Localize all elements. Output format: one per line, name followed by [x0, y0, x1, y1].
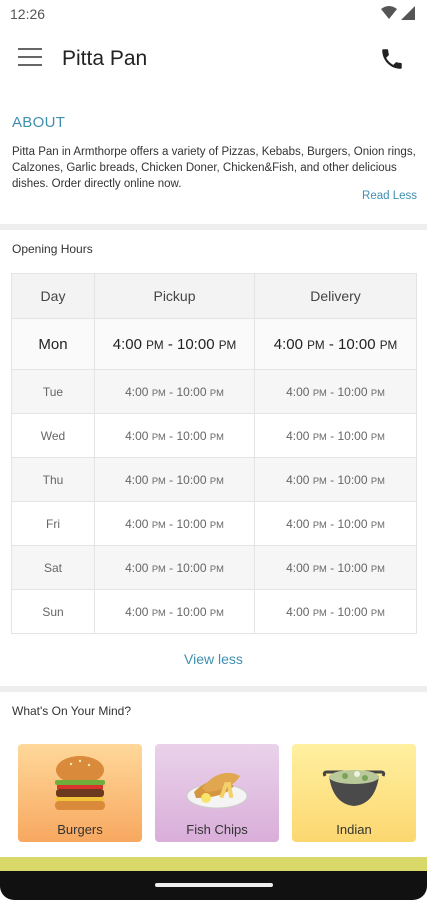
category-label: Indian [336, 822, 372, 837]
delivery-cell: 4:00 PM - 10:00 PM [254, 318, 417, 370]
header-delivery: Delivery [254, 273, 417, 319]
menu-icon[interactable] [18, 48, 42, 68]
header-pickup: Pickup [94, 273, 255, 319]
table-header-row: Day Pickup Delivery [11, 273, 417, 319]
category-card-fish-chips[interactable]: Fish Chips [155, 744, 279, 842]
category-card-burgers[interactable]: Burgers [18, 744, 142, 842]
home-handle[interactable] [155, 883, 273, 887]
delivery-cell: 4:00 PM - 10:00 PM [254, 501, 417, 546]
status-icons [381, 6, 415, 20]
status-time: 12:26 [10, 6, 46, 22]
fish-chips-icon [186, 772, 248, 809]
about-text: Pitta Pan in Armthorpe offers a variety … [12, 146, 416, 190]
view-less-link[interactable]: View less [0, 651, 427, 667]
pickup-cell: 4:00 PM - 10:00 PM [94, 369, 255, 414]
table-row: Sat 4:00 PM - 10:00 PM 4:00 PM - 10:00 PM [11, 545, 417, 590]
phone-icon[interactable] [379, 46, 405, 72]
delivery-cell: 4:00 PM - 10:00 PM [254, 589, 417, 634]
table-row: Fri 4:00 PM - 10:00 PM 4:00 PM - 10:00 PM [11, 501, 417, 546]
day-cell: Fri [11, 501, 95, 546]
day-cell: Sat [11, 545, 95, 590]
about-heading: ABOUT [12, 114, 66, 131]
app-title: Pitta Pan [62, 47, 148, 70]
system-nav-bar [0, 871, 427, 900]
day-cell: Sun [11, 589, 95, 634]
app-bar: Pitta Pan [0, 28, 427, 90]
delivery-cell: 4:00 PM - 10:00 PM [254, 413, 417, 458]
delivery-cell: 4:00 PM - 10:00 PM [254, 457, 417, 502]
day-cell: Wed [11, 413, 95, 458]
status-bar: 12:26 [0, 0, 427, 28]
read-less-link[interactable]: Read Less [362, 190, 417, 202]
signal-icon [401, 6, 415, 20]
day-cell: Tue [11, 369, 95, 414]
category-label: Burgers [57, 822, 103, 837]
category-label: Fish Chips [186, 822, 248, 837]
delivery-cell: 4:00 PM - 10:00 PM [254, 545, 417, 590]
pickup-cell: 4:00 PM - 10:00 PM [94, 545, 255, 590]
table-row: Wed 4:00 PM - 10:00 PM 4:00 PM - 10:00 PM [11, 413, 417, 458]
curry-icon [322, 770, 386, 806]
opening-hours-title: Opening Hours [12, 242, 93, 256]
pickup-cell: 4:00 PM - 10:00 PM [94, 457, 255, 502]
table-row: Sun 4:00 PM - 10:00 PM 4:00 PM - 10:00 PM [11, 589, 417, 634]
delivery-cell: 4:00 PM - 10:00 PM [254, 369, 417, 414]
header-day: Day [11, 273, 95, 319]
pickup-cell: 4:00 PM - 10:00 PM [94, 318, 255, 370]
opening-hours-table: Day Pickup Delivery Mon 4:00 PM - 10:00 P… [11, 273, 417, 634]
whats-on-your-mind-title: What's On Your Mind? [12, 704, 132, 718]
table-row: Mon 4:00 PM - 10:00 PM 4:00 PM - 10:00 PM [11, 318, 417, 370]
pickup-cell: 4:00 PM - 10:00 PM [94, 501, 255, 546]
divider [0, 686, 427, 692]
day-cell: Thu [11, 457, 95, 502]
category-card-indian[interactable]: Indian [292, 744, 416, 842]
day-cell: Mon [11, 318, 95, 370]
pickup-cell: 4:00 PM - 10:00 PM [94, 589, 255, 634]
divider [0, 224, 427, 230]
burger-icon [55, 756, 105, 810]
pickup-cell: 4:00 PM - 10:00 PM [94, 413, 255, 458]
table-row: Tue 4:00 PM - 10:00 PM 4:00 PM - 10:00 PM [11, 369, 417, 414]
wifi-icon [381, 6, 397, 19]
table-row: Thu 4:00 PM - 10:00 PM 4:00 PM - 10:00 PM [11, 457, 417, 502]
opening-hours-body: Mon 4:00 PM - 10:00 PM 4:00 PM - 10:00 PM T… [11, 318, 417, 634]
bottom-strip [0, 857, 427, 871]
